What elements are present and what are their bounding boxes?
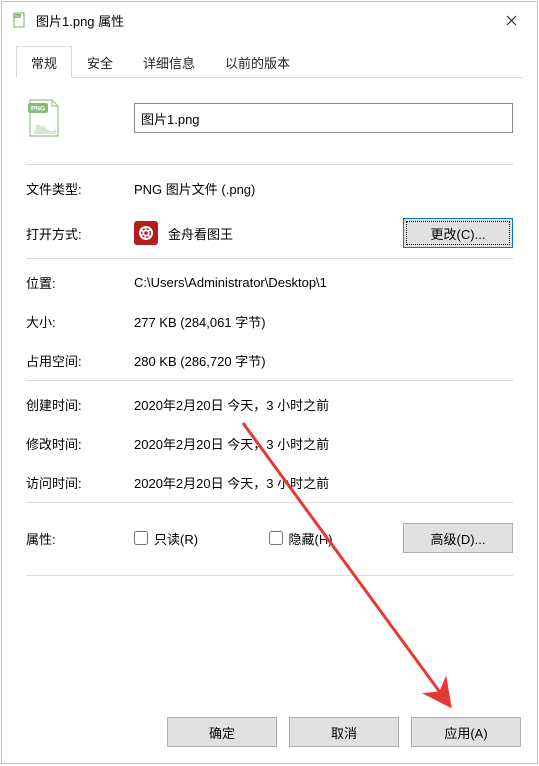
dialog-footer: 确定 取消 应用(A) (2, 703, 537, 763)
hidden-checkbox[interactable]: 隐藏(H) (269, 529, 404, 548)
value-accessed: 2020年2月20日 今天，3 小时之前 (134, 473, 513, 492)
separator (26, 502, 513, 503)
hidden-label: 隐藏(H) (289, 529, 333, 548)
filename-input[interactable] (134, 103, 513, 133)
label-openwith: 打开方式: (26, 224, 134, 243)
window-file-icon: PNG (12, 12, 28, 28)
label-sizeondisk: 占用空间: (26, 351, 134, 370)
readonly-label: 只读(R) (154, 529, 198, 548)
tab-general-label: 常规 (31, 56, 57, 71)
cancel-button-label: 取消 (331, 726, 357, 741)
file-type-icon: PNG (26, 98, 62, 138)
label-location: 位置: (26, 273, 134, 292)
svg-text:PNG: PNG (31, 106, 45, 113)
close-button[interactable] (491, 6, 531, 34)
value-modified: 2020年2月20日 今天，3 小时之前 (134, 434, 513, 453)
tab-panel-general: PNG 文件类型: PNG 图片文件 (.png) 打开方式: (16, 78, 523, 689)
tab-security-label: 安全 (87, 56, 113, 71)
ok-button[interactable]: 确定 (167, 717, 277, 747)
titlebar: PNG 图片1.png 属性 (2, 2, 537, 38)
label-created: 创建时间: (26, 395, 134, 414)
openwith-app-name: 金舟看图王 (168, 224, 233, 243)
readonly-checkbox-input[interactable] (134, 531, 148, 545)
separator (26, 575, 513, 576)
value-sizeondisk: 280 KB (286,720 字节) (134, 351, 513, 370)
value-created: 2020年2月20日 今天，3 小时之前 (134, 395, 513, 414)
change-button-label: 更改(C)... (431, 227, 486, 242)
advanced-button[interactable]: 高级(D)... (403, 523, 513, 553)
label-attributes: 属性: (26, 529, 134, 548)
tab-general[interactable]: 常规 (16, 46, 72, 78)
tab-previous-label: 以前的版本 (225, 56, 290, 71)
label-accessed: 访问时间: (26, 473, 134, 492)
separator (26, 164, 513, 165)
cancel-button[interactable]: 取消 (289, 717, 399, 747)
value-size: 277 KB (284,061 字节) (134, 312, 513, 331)
label-modified: 修改时间: (26, 434, 134, 453)
ok-button-label: 确定 (209, 726, 235, 741)
value-location: C:\Users\Administrator\Desktop\1 (134, 275, 513, 290)
tab-bar: 常规 安全 详细信息 以前的版本 (16, 48, 523, 78)
value-filetype: PNG 图片文件 (.png) (134, 179, 513, 198)
separator (26, 380, 513, 381)
value-openwith: 金舟看图王 (134, 221, 403, 245)
window-title: 图片1.png 属性 (36, 11, 491, 30)
svg-text:PNG: PNG (14, 15, 21, 19)
tab-details-label: 详细信息 (143, 56, 195, 71)
tab-security[interactable]: 安全 (72, 46, 128, 77)
separator (26, 258, 513, 259)
label-size: 大小: (26, 312, 134, 331)
readonly-checkbox[interactable]: 只读(R) (134, 529, 269, 548)
tab-details[interactable]: 详细信息 (128, 46, 210, 77)
hidden-checkbox-input[interactable] (269, 531, 283, 545)
app-icon (134, 221, 158, 245)
apply-button[interactable]: 应用(A) (411, 717, 521, 747)
advanced-button-label: 高级(D)... (431, 532, 486, 547)
apply-button-label: 应用(A) (444, 726, 487, 741)
label-filetype: 文件类型: (26, 179, 134, 198)
tab-previous-versions[interactable]: 以前的版本 (210, 46, 305, 77)
change-button[interactable]: 更改(C)... (403, 218, 513, 248)
